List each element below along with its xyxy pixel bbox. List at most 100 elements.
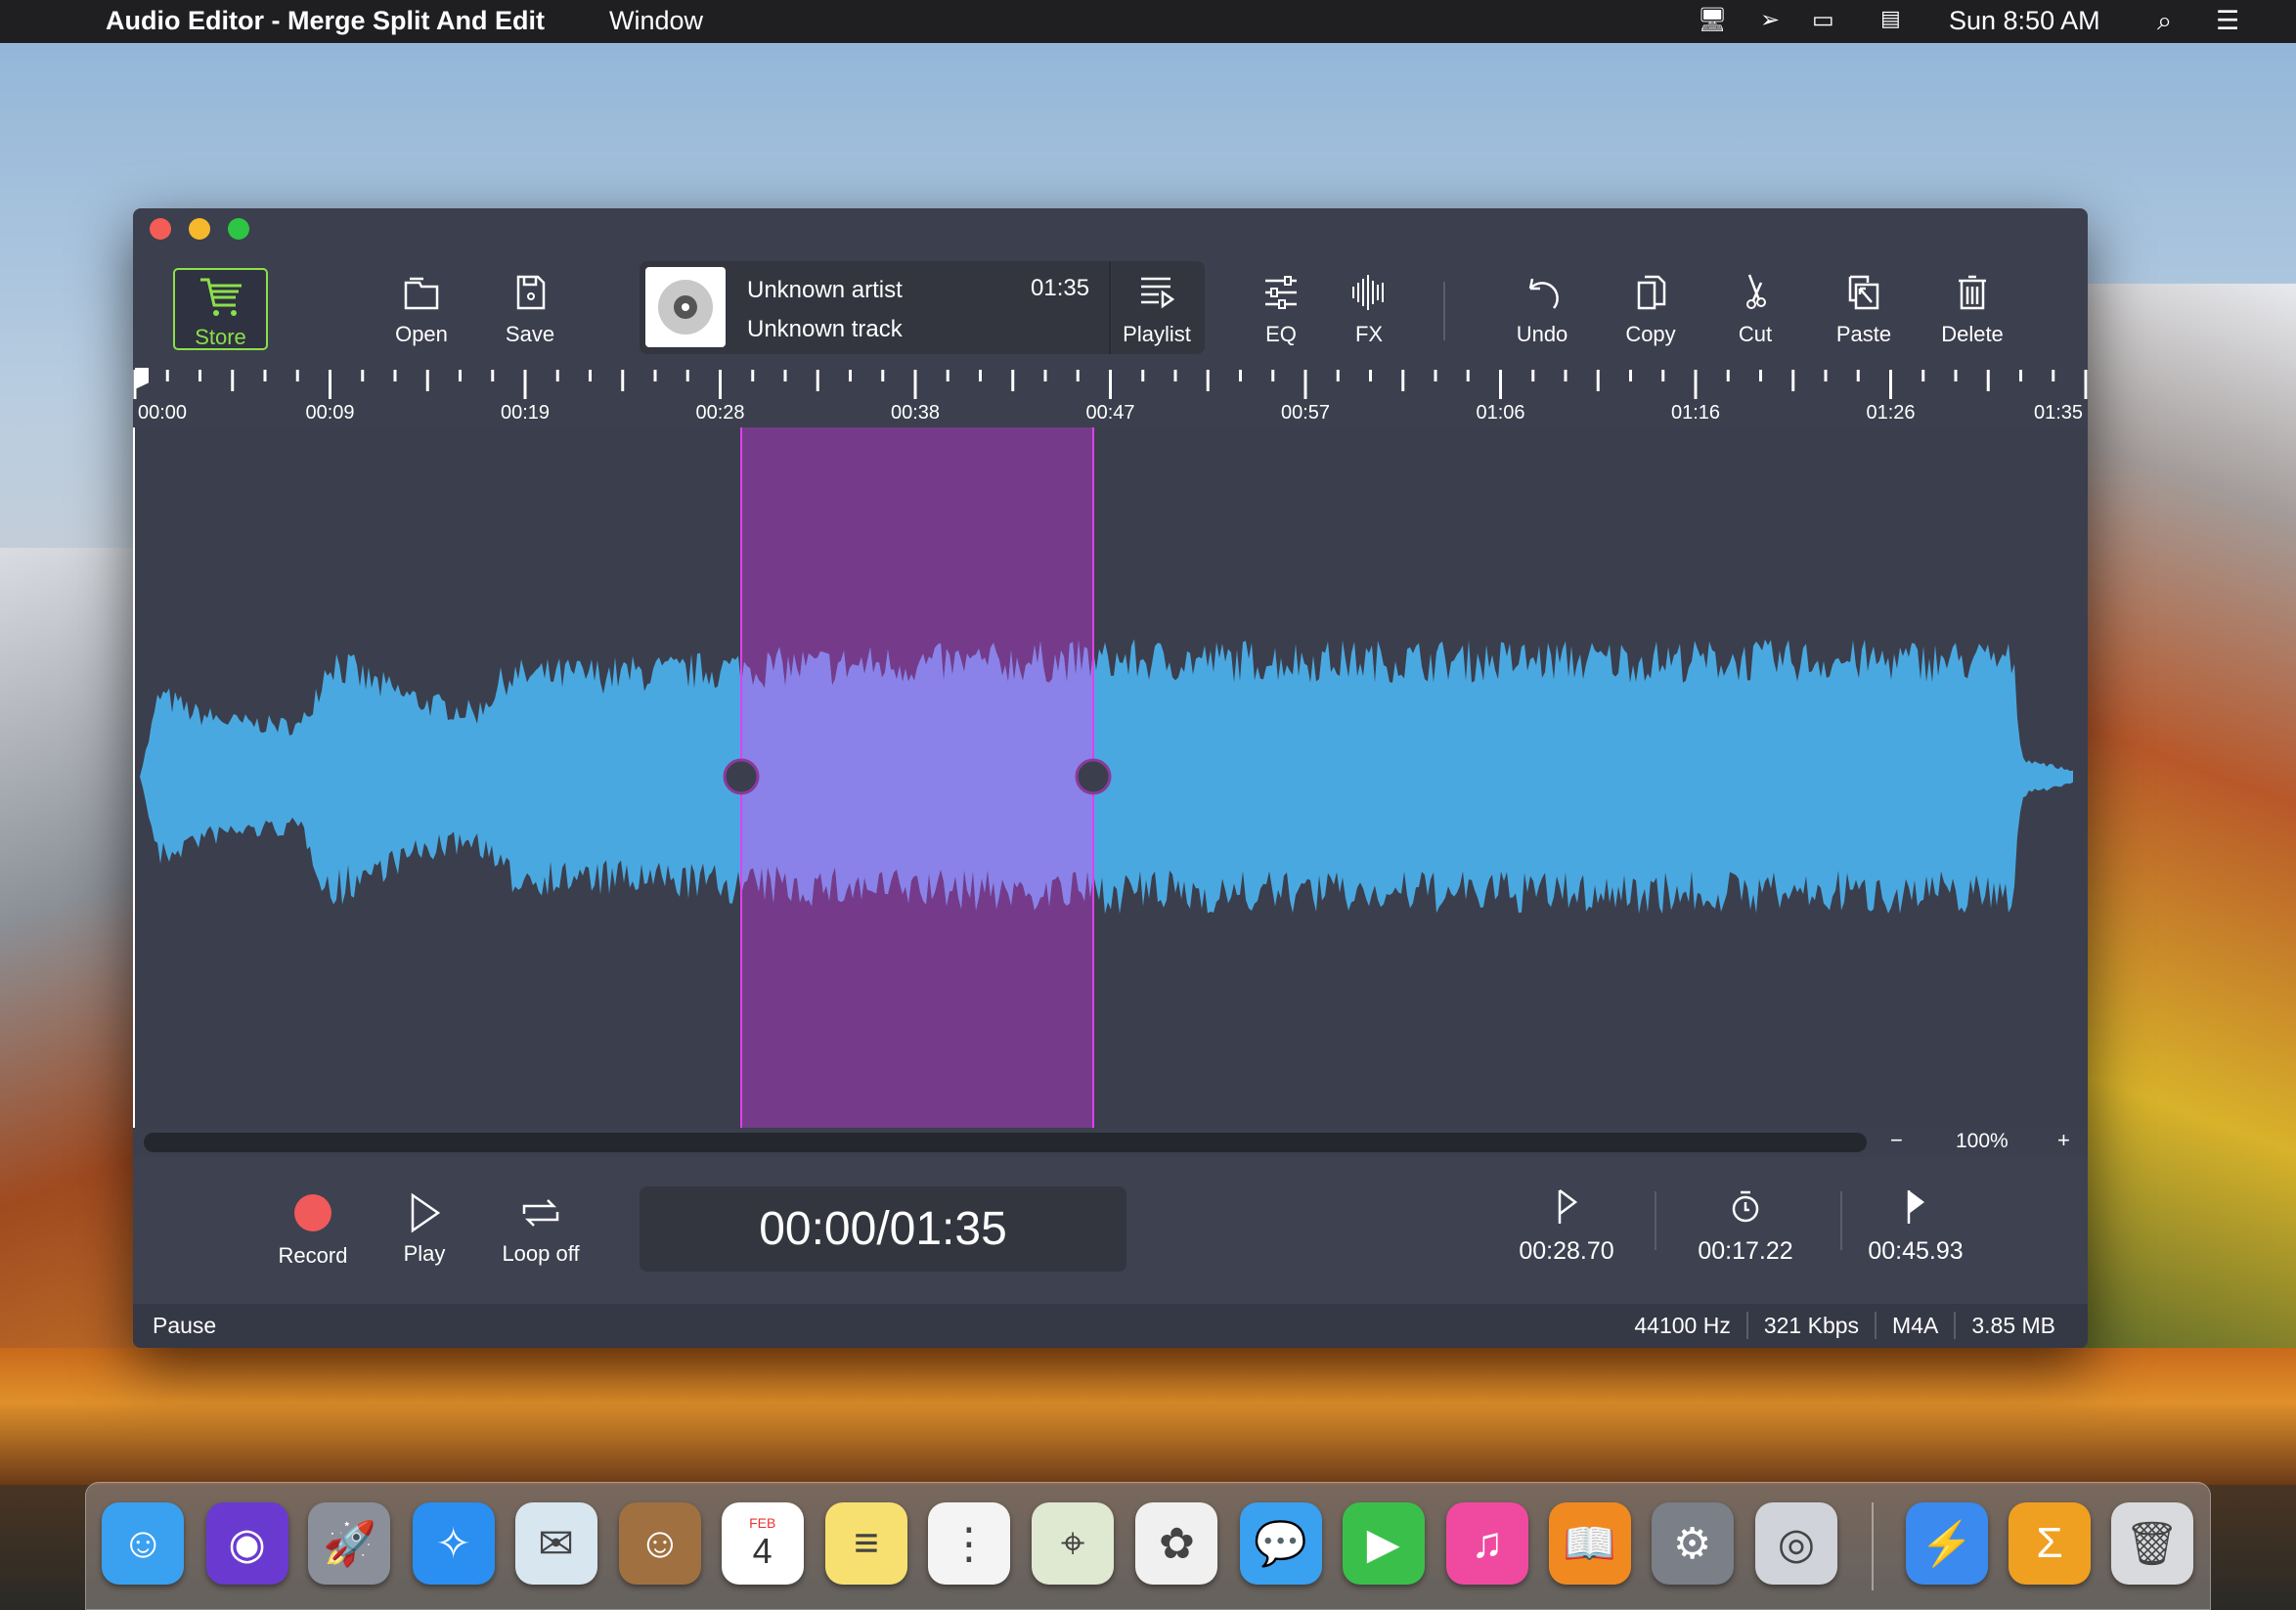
zoom-out-button[interactable]: − [1890,1128,1903,1153]
trash-icon [1959,275,1986,310]
ruler-label: 01:26 [1866,402,1916,424]
ruler-ticks [133,370,2088,399]
ruler-label: 01:16 [1670,402,1721,424]
dock-system-preferences-icon[interactable]: ⚙ [1651,1502,1734,1585]
start-flag-icon [1558,1189,1578,1224]
selection-start[interactable]: 00:28.70 [1508,1186,1625,1266]
selection-end[interactable]: 00:45.93 [1857,1186,1974,1266]
waveform-area[interactable] [133,427,2088,1128]
cut-button[interactable]: Cut [1701,271,1809,347]
store-button[interactable]: Store [173,268,268,350]
dock-photos-icon[interactable]: ✿ [1135,1502,1218,1585]
clock[interactable]: Sun 8:50 AM [1949,6,2100,36]
dock-audio-editor-icon[interactable]: ◎ [1754,1502,1837,1585]
record-label: Record [278,1243,348,1268]
horizontal-scrollbar[interactable] [144,1133,1867,1152]
window-menu[interactable]: Window [609,6,703,36]
fx-label: FX [1354,322,1384,346]
save-button[interactable]: Save [476,271,584,347]
dock-ibooks-icon[interactable]: 📖 [1548,1502,1631,1585]
dock-maps-icon[interactable]: ⌖ [1032,1502,1115,1585]
album-art [645,267,726,347]
ruler-label: 00:09 [305,402,355,424]
waveform-icon [1352,275,1384,310]
app-window: Store Open Save Unknown artist Unknown t… [133,208,2088,1348]
flag-icon[interactable]: ▤ [1880,6,1901,31]
dock-launchpad-icon[interactable]: 🚀 [308,1502,391,1585]
dock-finder-icon[interactable]: ☺ [102,1502,185,1585]
loop-icon [522,1199,559,1227]
dock-reeder-icon[interactable]: ⚡ [1906,1502,1989,1585]
selection-end-handle[interactable] [1075,758,1112,795]
ruler-label: 00:19 [500,402,551,424]
dock-facetime-icon[interactable]: ▶ [1342,1502,1425,1585]
file-size: 3.85 MB [1971,1313,2055,1338]
playlist-icon [1141,277,1175,309]
playback-state: Pause [153,1313,217,1338]
playlist-button[interactable]: Playlist [1103,271,1211,347]
record-icon [294,1194,331,1231]
play-button[interactable]: Play [366,1192,483,1267]
eq-label: EQ [1265,322,1297,346]
display-icon[interactable]: 🖥 [1698,6,1727,34]
waveform[interactable] [135,427,2088,1128]
calendar-day: 4 [752,1531,773,1571]
mirroring-icon[interactable]: ▭ [1812,6,1834,34]
search-icon[interactable]: ⌕ [2157,6,2172,37]
record-button[interactable]: Record [254,1194,372,1269]
disc-icon [658,280,713,335]
paste-button[interactable]: Paste [1810,271,1918,347]
delete-button[interactable]: Delete [1919,271,2026,347]
cart-icon [199,278,242,316]
minimize-button[interactable] [189,218,210,240]
bitrate: 321 Kbps [1748,1312,1877,1339]
selection-duration[interactable]: 00:17.22 [1687,1186,1804,1266]
paste-label: Paste [1835,322,1892,346]
dock-contacts-icon[interactable]: ☺ [618,1502,701,1585]
save-label: Save [505,322,555,346]
play-label: Play [403,1241,446,1266]
dock-safari-icon[interactable]: ✧ [412,1502,495,1585]
open-label: Open [395,322,448,346]
send-icon[interactable]: ➢ [1760,6,1780,34]
dock-divider [1872,1502,1874,1590]
dock-trash-icon[interactable]: 🗑 [2110,1502,2193,1585]
time-display: 00:00/01:35 [640,1186,1126,1272]
fx-button[interactable]: FX [1315,271,1423,347]
ruler-label: 00:28 [695,402,745,424]
undo-button[interactable]: Undo [1488,271,1596,347]
open-button[interactable]: Open [368,271,475,347]
loop-button[interactable]: Loop off [482,1192,599,1267]
undo-icon [1528,278,1559,309]
dock-mail-icon[interactable]: ✉ [514,1502,597,1585]
dock-sigma-icon[interactable]: Σ [2009,1502,2091,1585]
ruler-label: 00:38 [890,402,941,424]
notification-center-icon[interactable]: ☰ [2216,6,2239,36]
dock-siri-icon[interactable]: ◉ [205,1502,288,1585]
app-menu[interactable]: Audio Editor - Merge Split And Edit [106,6,545,36]
track-duration: 01:35 [1031,275,1090,301]
dock-reminders-icon[interactable]: ⋮ [927,1502,1010,1585]
zoom-button[interactable] [228,218,249,240]
selection-start-handle[interactable] [723,758,760,795]
dock-calendar-icon[interactable]: FEB 4 [721,1502,804,1585]
calendar-month: FEB [749,1515,776,1531]
ruler-label: 00:00 [137,402,188,424]
menu-bar: Audio Editor - Merge Split And Edit Wind… [0,0,2296,43]
scissors-icon [1746,274,1766,309]
dock-itunes-icon[interactable]: ♫ [1445,1502,1528,1585]
copy-button[interactable]: Copy [1597,271,1704,347]
ruler-label: 00:47 [1085,402,1135,424]
dock-messages-icon[interactable]: 💬 [1239,1502,1322,1585]
end-flag-icon [1907,1190,1924,1224]
close-button[interactable] [150,218,171,240]
delete-label: Delete [1941,322,2004,346]
dock-notes-icon[interactable]: ≡ [825,1502,908,1585]
zoom-in-button[interactable]: + [2057,1128,2070,1153]
status-bar: Pause 44100 Hz 321 Kbps M4A 3.85 MB [133,1304,2088,1348]
wallpaper-right [2071,284,2296,1360]
store-label: Store [195,325,246,349]
format: M4A [1877,1312,1957,1339]
toolbar-divider [1443,282,1445,340]
loop-label: Loop off [502,1241,580,1266]
